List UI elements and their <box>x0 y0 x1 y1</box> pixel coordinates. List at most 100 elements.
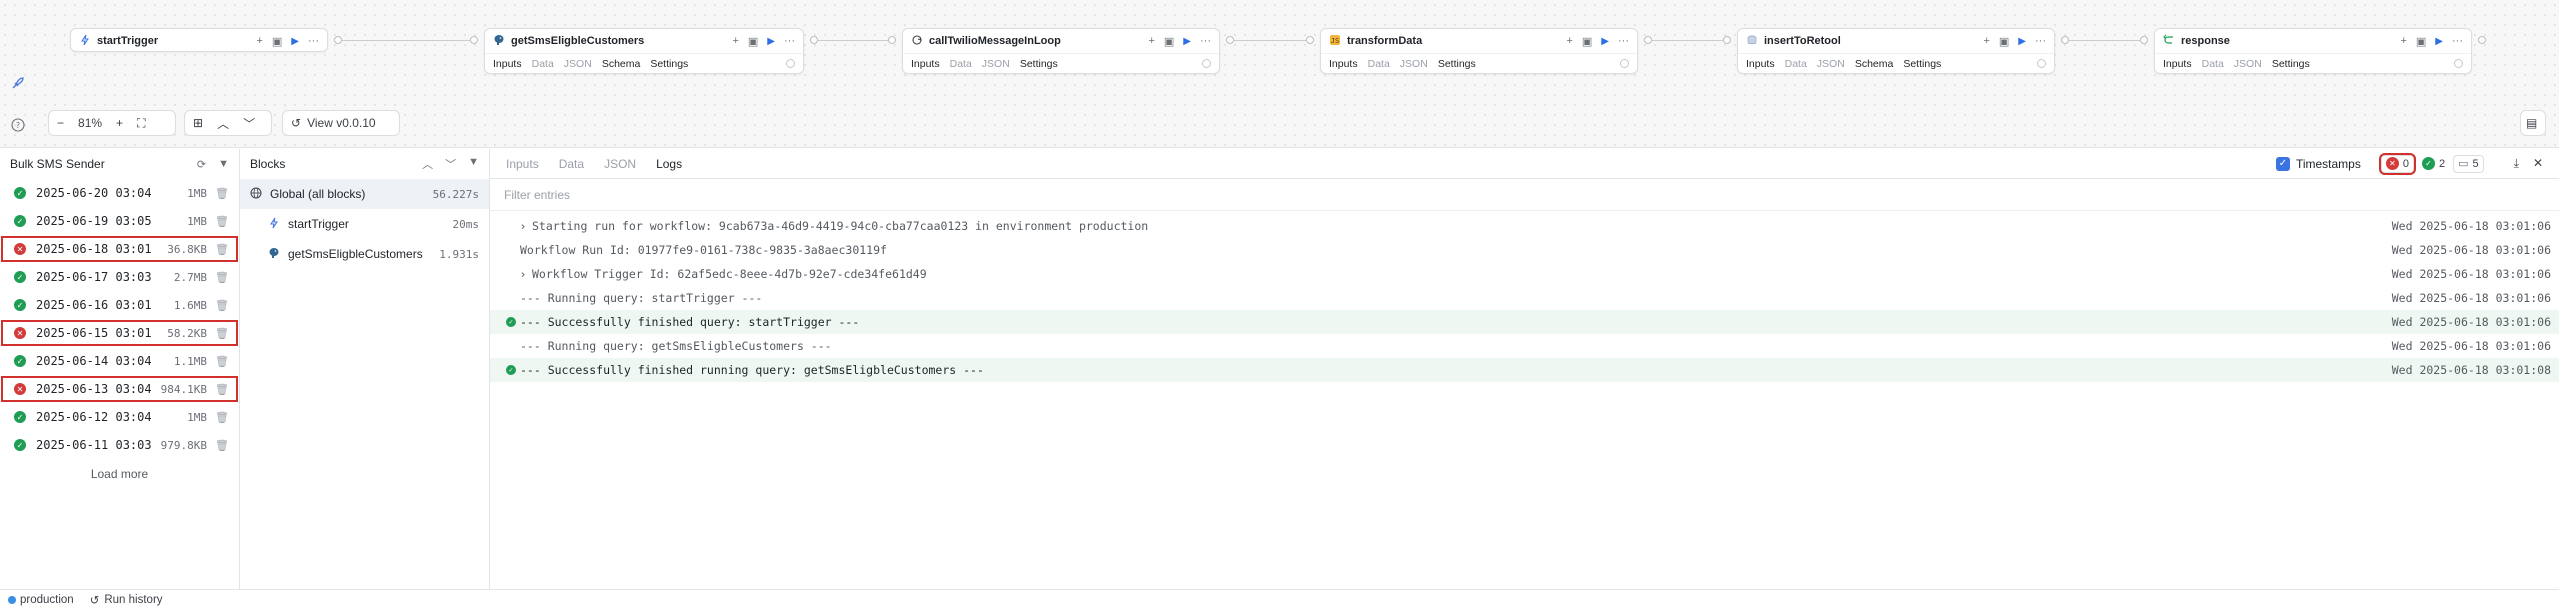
node-tab[interactable]: Settings <box>1438 58 1476 70</box>
success-count-badge[interactable]: ✓ 2 <box>2418 155 2449 173</box>
run-row[interactable]: ✓ 2025-06-19 03:05 1MB 🗑 <box>0 207 239 235</box>
play-icon[interactable]: ▶ <box>2435 36 2443 47</box>
node-tab[interactable]: Schema <box>1855 58 1894 70</box>
run-row[interactable]: ✕ 2025-06-15 03:01 58.2KB 🗑 <box>0 319 239 347</box>
view-version-button[interactable]: ↺ View v0.0.10 <box>282 110 400 136</box>
copy-icon[interactable]: ▣ <box>1582 35 1592 48</box>
node-tab[interactable]: Data <box>2202 58 2224 70</box>
chevron-down-icon[interactable]: ﹀ <box>445 156 456 172</box>
run-history-button[interactable]: ↺ Run history <box>90 593 163 607</box>
workflow-node[interactable]: JS transformData + ▣ ▶ ··· Inputs Data JSON Setti… <box>1320 28 1638 74</box>
chevron-up-icon[interactable]: ︿ <box>217 115 229 132</box>
node-tab[interactable]: Data <box>532 58 554 70</box>
run-row[interactable]: ✓ 2025-06-20 03:04 1MB 🗑 <box>0 179 239 207</box>
node-header[interactable]: startTrigger + ▣ ▶ ··· <box>71 29 327 53</box>
node-tab[interactable]: JSON <box>1817 58 1845 70</box>
more-icon[interactable]: ··· <box>1200 35 1211 47</box>
node-header[interactable]: JS transformData + ▣ ▶ ··· <box>1321 29 1637 53</box>
help-icon[interactable]: ? <box>11 118 25 135</box>
tab-inputs[interactable]: Inputs <box>506 157 539 171</box>
node-tab[interactable]: Settings <box>1903 58 1941 70</box>
node-tab[interactable]: Data <box>1368 58 1390 70</box>
delete-icon[interactable]: 🗑 <box>215 411 229 424</box>
delete-icon[interactable]: 🗑 <box>215 355 229 368</box>
node-tab[interactable]: Data <box>1785 58 1807 70</box>
timestamps-toggle[interactable]: ✓ Timestamps <box>2275 156 2361 171</box>
refresh-icon[interactable]: ⟳ <box>197 158 206 171</box>
close-icon[interactable]: ✕ <box>2533 156 2543 171</box>
delete-icon[interactable]: 🗑 <box>215 215 229 228</box>
node-header[interactable]: insertToRetool + ▣ ▶ ··· <box>1738 29 2054 53</box>
rocket-icon[interactable] <box>11 76 25 93</box>
fit-view-icon[interactable]: ⛶ <box>137 116 145 131</box>
add-icon[interactable]: + <box>1983 35 1989 47</box>
tab-json[interactable]: JSON <box>604 157 636 171</box>
filter-entries-input[interactable]: Filter entries <box>490 179 2559 211</box>
delete-icon[interactable]: 🗑 <box>215 327 229 340</box>
copy-icon[interactable]: ▣ <box>272 35 282 48</box>
workflow-canvas[interactable]: startTrigger + ▣ ▶ ··· getSmsEligbleCustomers… <box>0 0 2559 148</box>
play-icon[interactable]: ▶ <box>1601 36 1609 47</box>
filter-icon[interactable]: ▼ <box>468 156 479 172</box>
delete-icon[interactable]: 🗑 <box>215 383 229 396</box>
input-port[interactable] <box>888 36 896 44</box>
node-header[interactable]: getSmsEligbleCustomers + ▣ ▶ ··· <box>485 29 803 53</box>
node-header[interactable]: response + ▣ ▶ ··· <box>2155 29 2471 53</box>
copy-icon[interactable]: ▣ <box>1164 35 1174 48</box>
play-icon[interactable]: ▶ <box>1183 36 1191 47</box>
node-tab[interactable]: Data <box>950 58 972 70</box>
delete-icon[interactable]: 🗑 <box>215 439 229 452</box>
output-port[interactable] <box>1644 36 1652 44</box>
copy-icon[interactable]: ▣ <box>2416 35 2426 48</box>
play-icon[interactable]: ▶ <box>291 36 299 47</box>
node-tab[interactable]: Schema <box>602 58 641 70</box>
node-tab[interactable]: Settings <box>1020 58 1058 70</box>
message-count-badge[interactable]: ▭ 5 <box>2453 154 2484 173</box>
delete-icon[interactable]: 🗑 <box>215 187 229 200</box>
node-tab[interactable]: JSON <box>1400 58 1428 70</box>
output-port[interactable] <box>2478 36 2486 44</box>
tab-data[interactable]: Data <box>559 157 584 171</box>
delete-icon[interactable]: 🗑 <box>215 271 229 284</box>
add-icon[interactable]: + <box>1566 35 1572 47</box>
chevron-right-icon[interactable]: › <box>516 267 530 281</box>
workflow-node[interactable]: insertToRetool + ▣ ▶ ··· Inputs Data JSON Schema… <box>1737 28 2055 74</box>
run-row[interactable]: ✓ 2025-06-16 03:01 1.6MB 🗑 <box>0 291 239 319</box>
output-port[interactable] <box>334 36 342 44</box>
delete-icon[interactable]: 🗑 <box>215 243 229 256</box>
checkbox-checked-icon[interactable]: ✓ <box>2275 156 2290 171</box>
block-row[interactable]: getSmsEligbleCustomers 1.931s <box>240 239 489 269</box>
run-row[interactable]: ✓ 2025-06-11 03:03 979.8KB 🗑 <box>0 431 239 459</box>
node-tab[interactable]: JSON <box>982 58 1010 70</box>
more-icon[interactable]: ··· <box>784 35 795 47</box>
filter-icon[interactable]: ▼ <box>218 158 229 171</box>
node-tab[interactable]: JSON <box>2234 58 2262 70</box>
run-row[interactable]: ✓ 2025-06-17 03:03 2.7MB 🗑 <box>0 263 239 291</box>
output-port[interactable] <box>2061 36 2069 44</box>
node-tab[interactable]: Settings <box>650 58 688 70</box>
node-header[interactable]: callTwilioMessageInLoop + ▣ ▶ ··· <box>903 29 1219 53</box>
chevron-down-icon[interactable]: ﹀ <box>243 115 255 132</box>
copy-icon[interactable]: ▣ <box>1999 35 2009 48</box>
add-icon[interactable]: + <box>732 35 738 47</box>
play-icon[interactable]: ▶ <box>2018 36 2026 47</box>
zoom-out-button[interactable]: − <box>57 116 64 130</box>
output-port[interactable] <box>810 36 818 44</box>
minimap-button[interactable]: ▤ <box>2520 110 2546 136</box>
node-tab[interactable]: Inputs <box>1746 58 1775 70</box>
block-row[interactable]: Global (all blocks) 56.227s <box>240 179 489 209</box>
input-port[interactable] <box>2140 36 2148 44</box>
node-tab[interactable]: JSON <box>564 58 592 70</box>
run-row[interactable]: ✕ 2025-06-13 03:04 984.1KB 🗑 <box>0 375 239 403</box>
tab-logs[interactable]: Logs <box>656 157 682 171</box>
run-row[interactable]: ✓ 2025-06-12 03:04 1MB 🗑 <box>0 403 239 431</box>
play-icon[interactable]: ▶ <box>767 36 775 47</box>
more-icon[interactable]: ··· <box>2035 35 2046 47</box>
zoom-in-button[interactable]: + <box>116 116 123 130</box>
more-icon[interactable]: ··· <box>1618 35 1629 47</box>
workflow-node[interactable]: getSmsEligbleCustomers + ▣ ▶ ··· Inputs Data JS… <box>484 28 804 74</box>
block-row[interactable]: startTrigger 20ms <box>240 209 489 239</box>
log-entry[interactable]: › Starting run for workflow: 9cab673a-46d… <box>490 214 2559 238</box>
error-count-badge[interactable]: ✕ 0 <box>2378 152 2416 175</box>
run-row[interactable]: ✓ 2025-06-14 03:04 1.1MB 🗑 <box>0 347 239 375</box>
